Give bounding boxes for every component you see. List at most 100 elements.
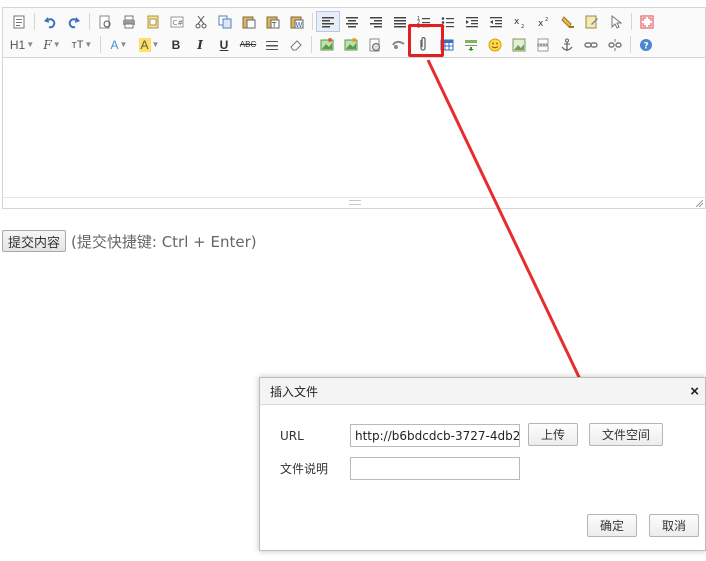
print-icon[interactable] xyxy=(117,11,141,32)
dialog-titlebar: 插入文件 × xyxy=(260,378,705,405)
description-input[interactable] xyxy=(350,457,520,480)
insert-video-icon[interactable] xyxy=(363,34,387,55)
select-all-icon[interactable] xyxy=(580,11,604,32)
toolbar-row-1: C# T W 1 2 3 x 2 x 2 xyxy=(7,10,705,33)
superscript-icon[interactable]: x2 xyxy=(532,11,556,32)
insert-picture-icon[interactable] xyxy=(507,34,531,55)
subscript-icon[interactable]: x2 xyxy=(508,11,532,32)
paste-icon[interactable] xyxy=(237,11,261,32)
toolbar-separator xyxy=(631,13,632,30)
indent-icon[interactable] xyxy=(460,11,484,32)
font-size-label: тT xyxy=(71,38,84,51)
clear-format-icon[interactable] xyxy=(556,11,580,32)
page-break-icon[interactable] xyxy=(531,34,555,55)
toolbar-separator xyxy=(34,13,35,30)
editor-content-area[interactable] xyxy=(3,58,705,197)
outdent-icon[interactable] xyxy=(484,11,508,32)
submit-shortcut-hint: (提交快捷键: Ctrl + Enter) xyxy=(71,232,257,251)
link-icon[interactable] xyxy=(579,34,603,55)
attachment-highlight-box xyxy=(408,24,444,57)
upload-button[interactable]: 上传 xyxy=(528,423,579,446)
horizontal-rule-icon[interactable] xyxy=(260,34,284,55)
template-icon[interactable] xyxy=(141,11,165,32)
svg-text:x: x xyxy=(538,19,544,29)
font-size-dropdown[interactable]: тT ▼ xyxy=(67,34,97,55)
resize-corner-icon[interactable] xyxy=(696,200,703,207)
toolbar-separator xyxy=(630,36,631,53)
cut-icon[interactable] xyxy=(189,11,213,32)
svg-text:T: T xyxy=(271,21,277,29)
font-family-dropdown[interactable]: F ▼ xyxy=(37,34,67,55)
preview-icon[interactable] xyxy=(93,11,117,32)
insert-row-icon[interactable] xyxy=(459,34,483,55)
url-row: URL http://b6bdcdcb-3727-4db2-a6 xyxy=(280,424,520,447)
editor-toolbar: C# T W 1 2 3 x 2 x 2 H1 ▼ F ▼ тT ▼ A ▼ A… xyxy=(3,8,705,58)
strike-label: ABC xyxy=(239,40,257,49)
chevron-down-icon: ▼ xyxy=(119,40,128,49)
url-input[interactable]: http://b6bdcdcb-3727-4db2-a6 xyxy=(350,424,520,447)
toolbar-separator xyxy=(89,13,90,30)
resize-grip-icon[interactable] xyxy=(349,200,361,205)
chevron-down-icon: ▼ xyxy=(151,40,160,49)
svg-text:?: ? xyxy=(644,41,649,51)
eraser-icon[interactable] xyxy=(284,34,308,55)
url-label: URL xyxy=(280,428,304,443)
file-space-button[interactable]: 文件空间 xyxy=(589,423,664,446)
ok-button[interactable]: 确定 xyxy=(587,514,638,537)
copy-icon[interactable] xyxy=(213,11,237,32)
code-icon[interactable]: C# xyxy=(165,11,189,32)
anchor-icon[interactable] xyxy=(555,34,579,55)
underline-button[interactable]: U xyxy=(212,34,236,55)
cancel-button[interactable]: 取消 xyxy=(649,514,700,537)
description-row: 文件说明 xyxy=(280,457,520,480)
source-icon[interactable] xyxy=(7,11,31,32)
chevron-down-icon: ▼ xyxy=(26,40,35,49)
dialog-title: 插入文件 xyxy=(270,384,319,399)
font-color-dropdown[interactable]: A ▼ xyxy=(104,34,134,55)
underline-label: U xyxy=(219,37,229,52)
italic-button[interactable]: I xyxy=(188,34,212,55)
toolbar-row-2: H1 ▼ F ▼ тT ▼ A ▼ A ▼ B I U ABC ? xyxy=(7,33,705,56)
fullscreen-icon[interactable] xyxy=(635,11,659,32)
insert-multi-image-icon[interactable] xyxy=(339,34,363,55)
submit-row: 提交内容 (提交快捷键: Ctrl + Enter) xyxy=(2,230,257,252)
strike-button[interactable]: ABC xyxy=(236,34,260,55)
bg-color-label: A xyxy=(138,37,151,52)
undo-icon[interactable] xyxy=(38,11,62,32)
font-family-label: F xyxy=(43,37,52,52)
description-label: 文件说明 xyxy=(280,462,329,476)
chevron-down-icon: ▼ xyxy=(52,40,61,49)
bold-label: B xyxy=(171,37,181,52)
align-left-icon[interactable] xyxy=(316,11,340,32)
submit-button[interactable]: 提交内容 xyxy=(2,230,67,252)
rich-text-editor: C# T W 1 2 3 x 2 x 2 H1 ▼ F ▼ тT ▼ A ▼ A… xyxy=(2,7,706,209)
svg-text:C#: C# xyxy=(173,19,184,27)
paste-text-icon[interactable]: T xyxy=(261,11,285,32)
svg-text:W: W xyxy=(296,21,303,29)
toolbar-separator xyxy=(312,13,313,30)
bg-color-dropdown[interactable]: A ▼ xyxy=(134,34,164,55)
insert-image-icon[interactable] xyxy=(315,34,339,55)
close-icon[interactable]: × xyxy=(690,384,699,399)
redo-icon[interactable] xyxy=(62,11,86,32)
insert-file-dialog: 插入文件 × URL http://b6bdcdcb-3727-4db2-a6 … xyxy=(259,377,706,551)
align-center-icon[interactable] xyxy=(340,11,364,32)
heading-label: H1 xyxy=(9,37,26,52)
chevron-down-icon: ▼ xyxy=(84,40,93,49)
toolbar-separator xyxy=(311,36,312,53)
heading-dropdown[interactable]: H1 ▼ xyxy=(7,34,37,55)
help-icon[interactable]: ? xyxy=(634,34,658,55)
svg-text:2: 2 xyxy=(521,24,524,29)
editor-statusbar xyxy=(3,197,705,208)
emoticon-icon[interactable] xyxy=(483,34,507,55)
font-color-label: A xyxy=(110,37,119,52)
svg-text:x: x xyxy=(514,17,520,27)
paste-word-icon[interactable]: W xyxy=(285,11,309,32)
svg-text:2: 2 xyxy=(545,17,548,23)
pointer-icon[interactable] xyxy=(604,11,628,32)
align-right-icon[interactable] xyxy=(364,11,388,32)
toolbar-separator xyxy=(100,36,101,53)
unlink-icon[interactable] xyxy=(603,34,627,55)
bold-button[interactable]: B xyxy=(164,34,188,55)
italic-label: I xyxy=(197,37,203,52)
